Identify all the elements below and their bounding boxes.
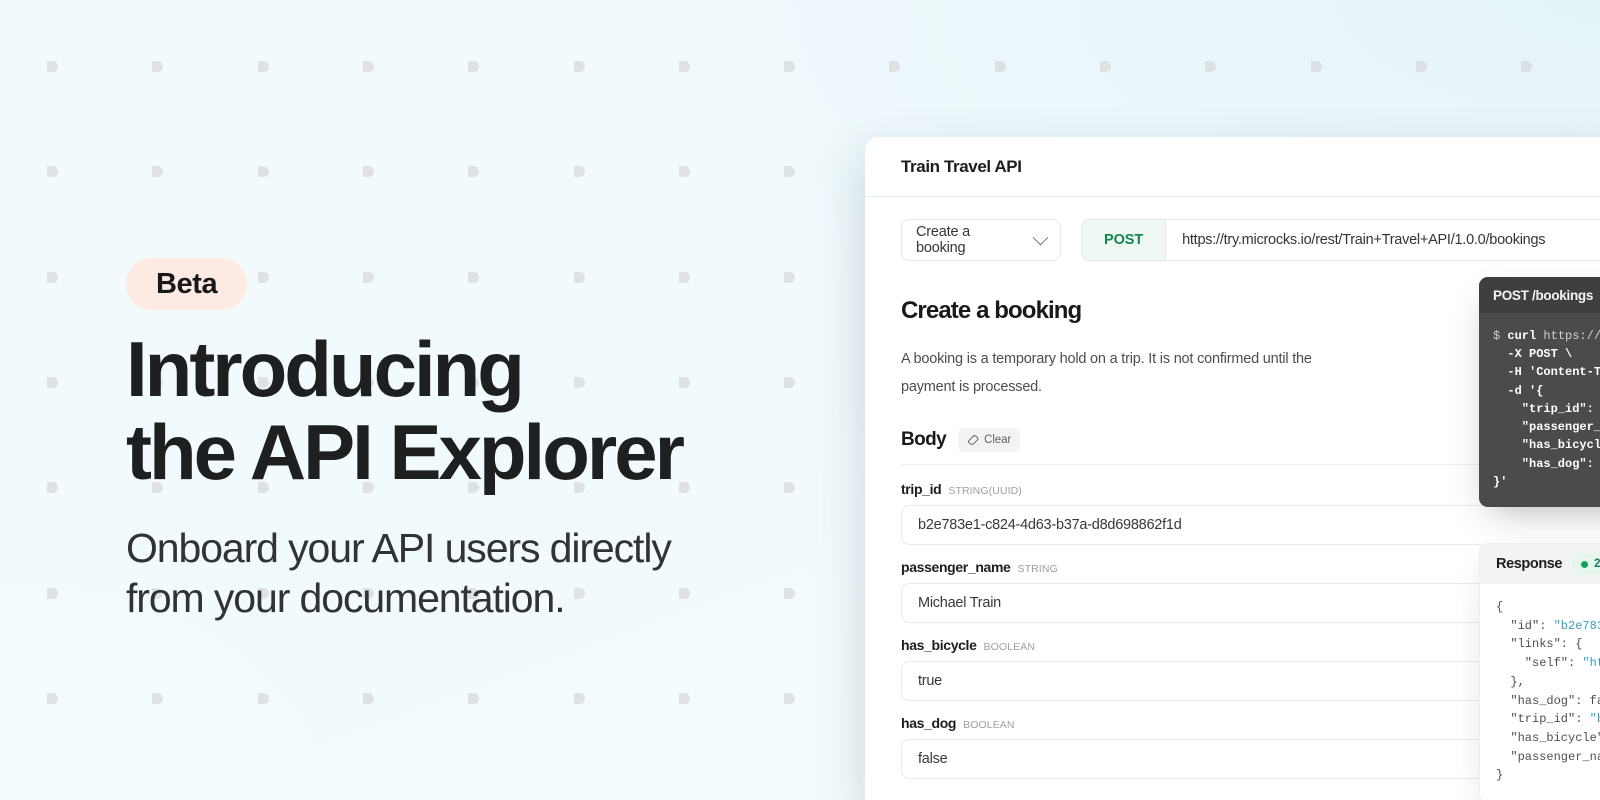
background-dot [47,61,58,72]
status-code: 201 [1594,558,1600,570]
background-dot [152,166,164,178]
request-bar: Create a booking POST [865,197,1600,283]
background-dot [678,166,690,178]
trip_id-input[interactable] [902,516,1600,533]
background-dot [47,482,58,494]
response-code-block: { "id": "b2e783e1-c824-4d63-b37a-d8d6988… [1496,600,1600,783]
background-dot [1310,61,1322,72]
background-dot [47,271,58,283]
background-dot [152,692,164,704]
response-panel-header: Response 201 [1480,544,1600,584]
clear-button[interactable]: Clear [958,427,1021,452]
api-title: Train Travel API [901,156,1022,176]
field-name: has_dog [901,714,957,731]
eraser-icon [968,434,979,445]
promo-banner: Beta Introducing the API Explorer Onboar… [0,0,1600,800]
background-dot [678,692,690,704]
background-dot [362,692,374,704]
background-dot [573,61,585,72]
status-badge: 201 [1572,553,1600,575]
hero-subtitle: Onboard your API users directly from you… [126,525,672,622]
background-dot [468,166,480,178]
background-dot [784,61,796,72]
background-dot [784,692,796,704]
field-name: passenger_name [901,558,1011,575]
operation-select-value: Create a booking [916,224,971,256]
operation-description: A booking is a temporary hold on a trip.… [901,351,1312,396]
background-dot [47,587,58,599]
response-panel: Response 201 { "id": "b2e783e1-c824-4d63… [1479,543,1600,800]
background-dot [678,61,690,72]
body-label: Body [901,428,947,450]
field-name: trip_id [901,480,942,497]
background-dot [1415,61,1427,72]
background-dot [468,61,480,72]
operation-title: Create a booking [901,297,1082,324]
curl-code-block: $ curl https://try.microcks.io/rest/Trai… [1493,329,1600,489]
background-dot [468,692,480,704]
field-control [901,504,1600,545]
field-type: BOOLEAN [983,640,1036,653]
field-name: has_bicycle [901,636,977,653]
field-type: STRING(UUID) [948,484,1022,497]
background-dot [152,61,164,72]
background-dot [257,61,269,72]
hero-section: Beta Introducing the API Explorer Onboar… [126,258,846,623]
background-dot [1100,61,1111,72]
background-dot [362,61,374,72]
api-card-header: Train Travel API [865,137,1600,197]
beta-badge: Beta [126,258,248,310]
background-dot [47,376,58,388]
field-type: STRING [1017,562,1058,575]
page-title: Introducing the API Explorer [126,325,685,496]
background-dot [1205,61,1217,72]
background-dot [47,692,58,704]
curl-panel-title: POST /bookings [1479,277,1600,313]
clear-button-label: Clear [984,433,1012,446]
background-dot [784,166,796,178]
background-dot [994,61,1006,72]
background-dot [573,692,585,704]
url-group: POST [1081,219,1600,261]
background-dot [362,166,374,178]
background-dot [1521,61,1533,72]
background-dot [47,166,58,178]
http-method-badge: POST [1082,220,1167,260]
response-title: Response [1496,556,1563,572]
operation-select[interactable]: Create a booking [901,219,1061,261]
status-dot-icon [1581,560,1589,568]
field-type: BOOLEAN [963,718,1015,731]
background-dot [257,166,269,178]
url-input[interactable] [1166,220,1600,260]
curl-code-panel: POST /bookings $ curl https://try.microc… [1479,277,1600,508]
background-dot [889,61,901,72]
chevron-down-icon [1032,229,1049,245]
background-dot [257,692,269,704]
background-dot [573,166,585,178]
